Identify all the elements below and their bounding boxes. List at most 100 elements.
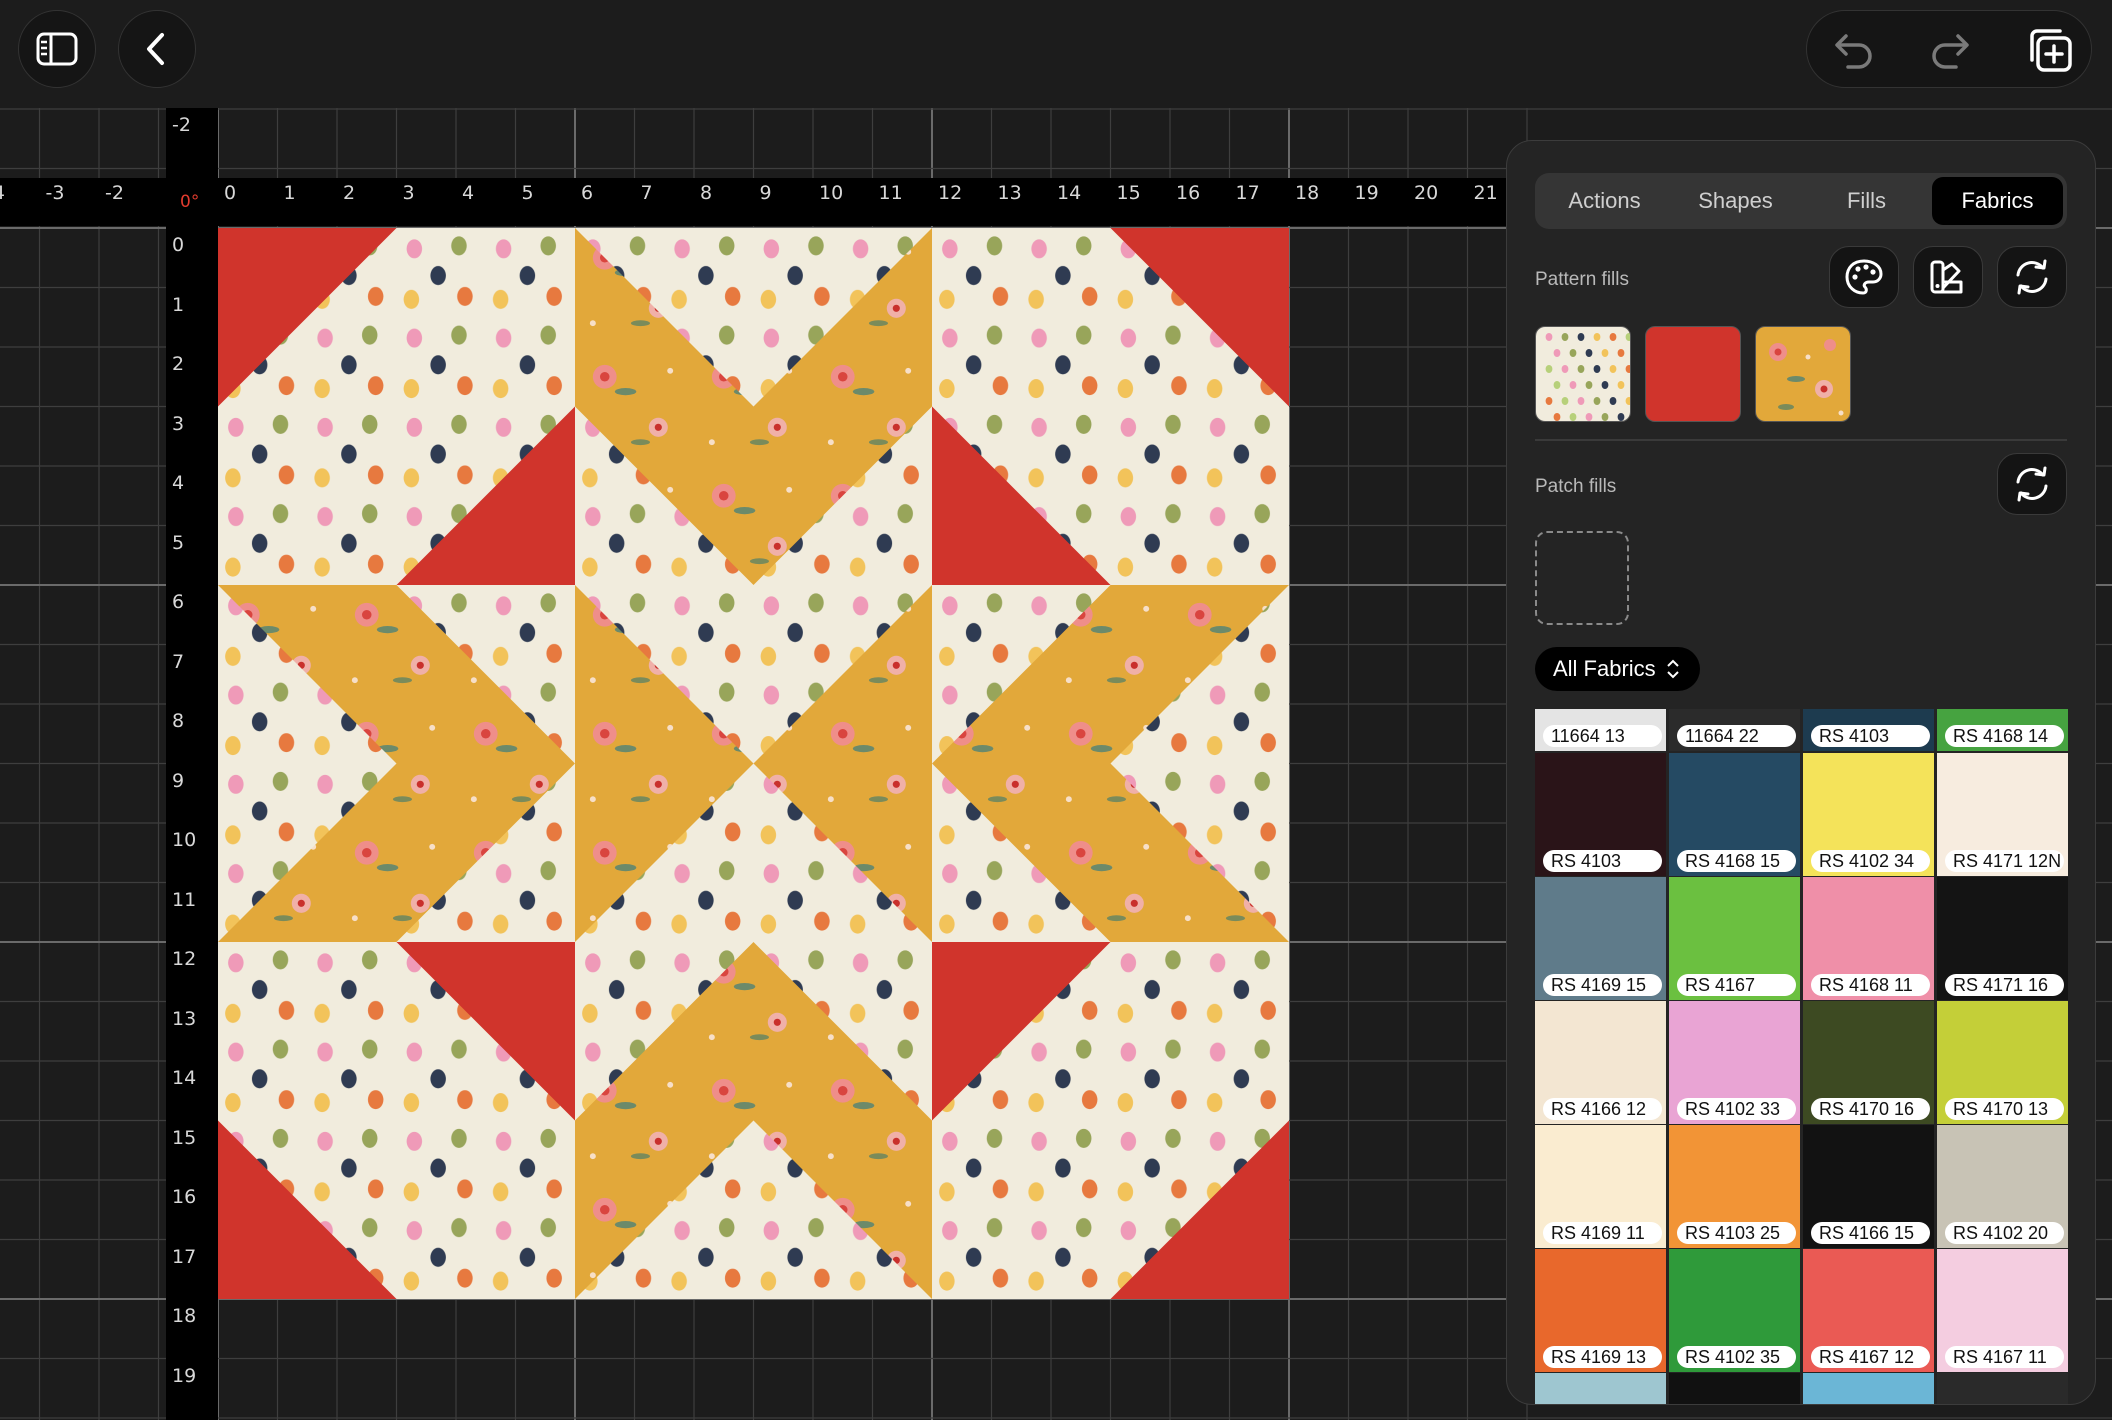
h-ruler-label: 12	[938, 182, 963, 204]
fabric-swatch[interactable]: RS 4167	[1669, 877, 1800, 1000]
fabric-label: RS 4169 11	[1543, 1222, 1662, 1244]
fabric-label: 11664 13	[1543, 725, 1662, 747]
fabric-swatch[interactable]: 11664 13	[1535, 709, 1666, 751]
fabric-swatch[interactable]: RS 4170 13	[1937, 1001, 2068, 1124]
pattern-fill-dots[interactable]	[1535, 326, 1631, 422]
fabric-swatch[interactable]: RS 4170 16	[1803, 1001, 1934, 1124]
refresh-patch-button[interactable]	[1997, 453, 2067, 515]
tab-actions[interactable]: Actions	[1539, 177, 1670, 225]
h-ruler-label: 16	[1176, 182, 1201, 204]
fabric-label: RS 4166 12	[1543, 1098, 1662, 1120]
fabric-swatch[interactable]: RS 4169 15	[1535, 877, 1666, 1000]
fabric-label: RS 4102 34	[1811, 850, 1930, 872]
sidebar-toggle-button[interactable]	[18, 10, 96, 88]
refresh-pattern-button[interactable]	[1997, 246, 2067, 308]
v-ruler-label: 7	[172, 650, 185, 673]
palette-icon	[1845, 259, 1883, 295]
h-ruler-label: 3	[402, 182, 415, 204]
h-ruler-label: 20	[1414, 182, 1439, 204]
chevron-up-down-icon	[1666, 659, 1679, 679]
swatch-book-icon	[1930, 260, 1963, 294]
fabric-collection-selector[interactable]: All Fabrics	[1535, 647, 1700, 691]
tab-fabrics[interactable]: Fabrics	[1932, 177, 2063, 225]
redo-button[interactable]	[1925, 25, 1975, 75]
h-ruler-label: 9	[759, 182, 772, 204]
fabric-collection-label: All Fabrics	[1553, 656, 1656, 681]
fabric-label: RS 4102 33	[1677, 1098, 1796, 1120]
h-ruler-label: 17	[1235, 182, 1260, 204]
fabric-swatch[interactable]: RS 4167 11	[1937, 1249, 2068, 1372]
v-ruler-label: 13	[172, 1007, 197, 1030]
fabric-swatch-partial[interactable]	[1937, 1373, 2068, 1404]
fabric-swatch[interactable]: RS 4103	[1803, 709, 1934, 751]
v-ruler-label: 11	[172, 888, 197, 911]
fabric-swatch[interactable]: RS 4171 16	[1937, 877, 2068, 1000]
h-ruler-label: -3	[45, 182, 65, 204]
back-button[interactable]	[118, 10, 196, 88]
fabric-label: RS 4166 15	[1811, 1222, 1930, 1244]
tab-shapes[interactable]: Shapes	[1670, 177, 1801, 225]
section-divider	[1535, 439, 2067, 441]
h-ruler-label: -2	[105, 182, 124, 204]
fabric-swatch[interactable]: RS 4169 11	[1535, 1125, 1666, 1248]
v-ruler-label: 5	[172, 531, 185, 554]
h-ruler-label: 4	[462, 182, 475, 204]
fabric-label: RS 4167 11	[1945, 1346, 2064, 1368]
swatch-book-button[interactable]	[1913, 246, 1983, 308]
fabric-swatch[interactable]: RS 4166 12	[1535, 1001, 1666, 1124]
v-ruler-label: 14	[172, 1067, 197, 1089]
fabric-swatch[interactable]: RS 4166 15	[1803, 1125, 1934, 1248]
v-ruler-label: 19	[172, 1364, 197, 1387]
fabric-swatch[interactable]: RS 4103	[1535, 753, 1666, 876]
v-ruler-label: 0	[172, 234, 185, 256]
fabric-swatch[interactable]: RS 4168 15	[1669, 753, 1800, 876]
fabrics-panel: Actions Shapes Fills Fabrics Pattern fil…	[1506, 140, 2096, 1405]
fabric-swatch-partial[interactable]	[1803, 1373, 1934, 1404]
fabric-swatch[interactable]: RS 4102 35	[1669, 1249, 1800, 1372]
h-ruler-label: 5	[521, 182, 534, 204]
fabric-label: RS 4103 25	[1677, 1222, 1796, 1244]
add-block-button[interactable]	[2025, 25, 2075, 75]
fabric-swatch[interactable]: RS 4102 33	[1669, 1001, 1800, 1124]
fabric-label: RS 4102 35	[1677, 1346, 1796, 1368]
fabric-swatch[interactable]: RS 4169 13	[1535, 1249, 1666, 1372]
refresh-icon	[2016, 259, 2048, 295]
fabric-swatch[interactable]: RS 4168 11	[1803, 877, 1934, 1000]
palette-button[interactable]	[1829, 246, 1899, 308]
h-ruler-label: 11	[878, 182, 903, 204]
h-ruler-label: 1	[283, 182, 296, 204]
fabric-swatch[interactable]: RS 4102 34	[1803, 753, 1934, 876]
fabric-swatch[interactable]: RS 4103 25	[1669, 1125, 1800, 1248]
quilt-block[interactable]	[218, 228, 1289, 1299]
h-ruler-label: 19	[1354, 182, 1379, 204]
v-ruler-label: 9	[172, 769, 185, 792]
fabric-label: RS 4167	[1677, 974, 1796, 996]
pattern-fill-floral[interactable]	[1755, 326, 1851, 422]
pattern-fill-red[interactable]	[1645, 326, 1741, 422]
fabric-label: RS 4169 13	[1543, 1346, 1662, 1368]
v-ruler-label: 2	[172, 353, 185, 375]
fabric-swatch[interactable]: RS 4171 12N	[1937, 753, 2068, 876]
polka-dot-swatch	[1536, 327, 1630, 421]
fabric-swatch[interactable]: RS 4167 12	[1803, 1249, 1934, 1372]
empty-patch-fill-slot[interactable]	[1535, 531, 1629, 625]
panel-tabs: Actions Shapes Fills Fabrics	[1535, 173, 2067, 229]
h-ruler-label: 21	[1473, 182, 1498, 204]
fabric-swatch-partial[interactable]	[1669, 1373, 1800, 1404]
fabric-swatch[interactable]: 11664 22	[1669, 709, 1800, 751]
undo-button[interactable]	[1829, 25, 1879, 75]
h-ruler-label: 18	[1295, 182, 1320, 204]
fabric-label: RS 4171 12N	[1945, 850, 2064, 872]
fabric-label: RS 4103	[1811, 725, 1930, 747]
fabric-swatch-partial[interactable]	[1535, 1373, 1666, 1404]
fabric-swatch[interactable]: RS 4102 20	[1937, 1125, 2068, 1248]
v-ruler-label: 18	[172, 1305, 197, 1327]
tab-fills[interactable]: Fills	[1801, 177, 1932, 225]
fabric-label: RS 4102 20	[1945, 1222, 2064, 1244]
v-ruler-label: 17	[172, 1245, 197, 1268]
floral-swatch	[1756, 327, 1850, 421]
fabric-label: 11664 22	[1677, 725, 1796, 747]
h-ruler-label: 13	[997, 182, 1022, 204]
fabric-swatch[interactable]: RS 4168 14	[1937, 709, 2068, 751]
h-ruler-label: 2	[343, 182, 356, 204]
